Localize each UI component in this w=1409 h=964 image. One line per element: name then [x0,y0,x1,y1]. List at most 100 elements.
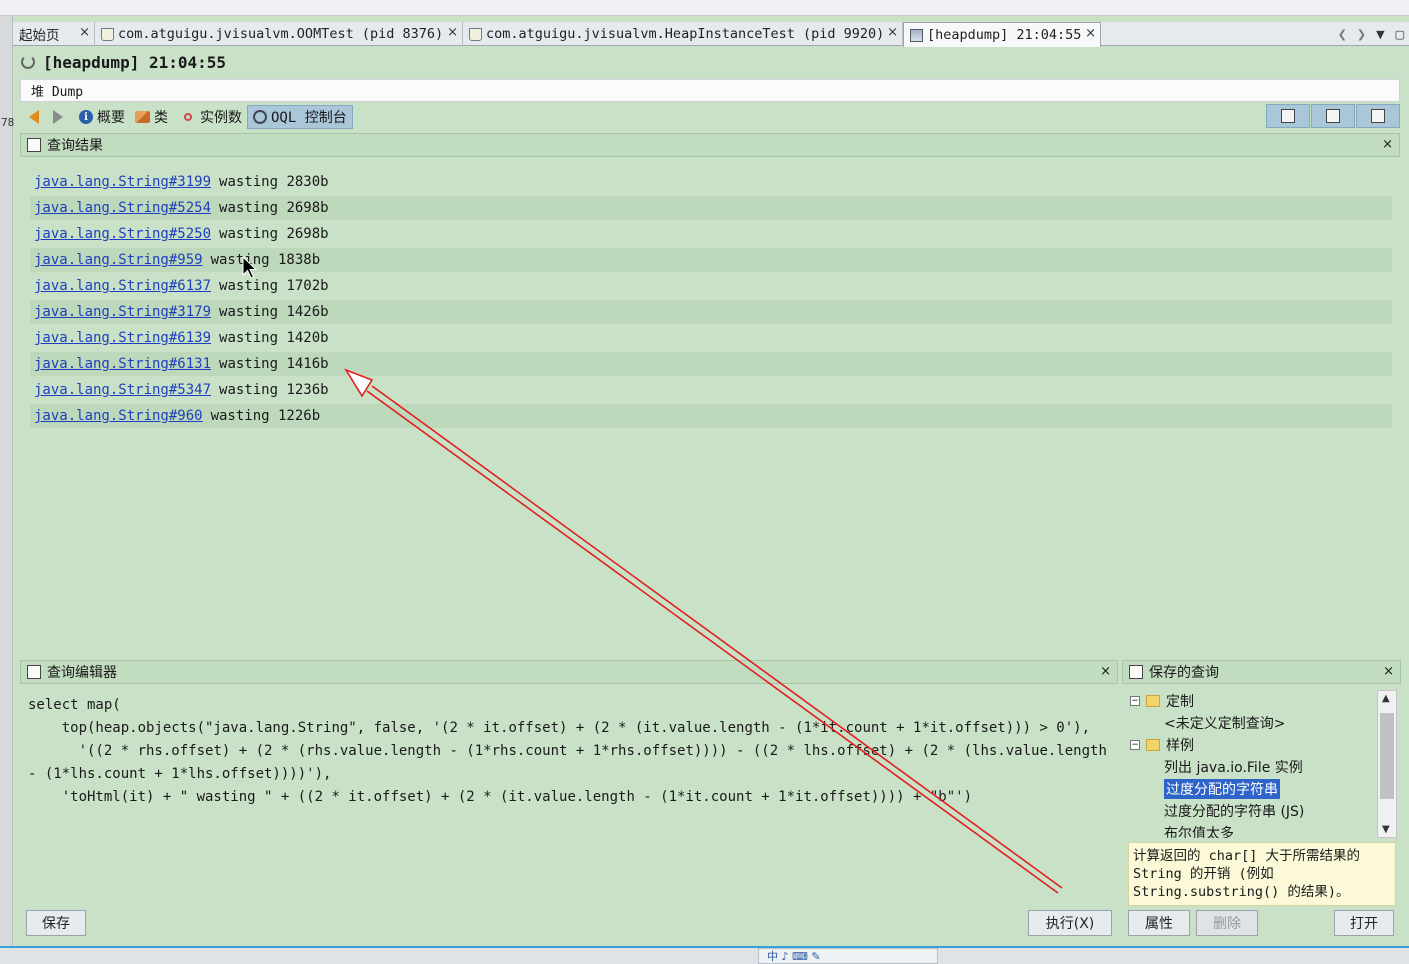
tree-label: 定制 [1166,694,1194,710]
tree-scrollbar[interactable]: ▲ ▼ [1377,690,1397,838]
editor-icon [27,665,41,679]
oql-console-button[interactable]: OQL 控制台 [247,105,353,129]
results-panel-icon [1281,109,1295,123]
restore-window-icon[interactable]: ▢ [1395,28,1405,41]
tab-oomtest[interactable]: com.atguigu.jvisualvm.OOMTest (pid 8376)… [95,22,463,46]
ime-toolbar[interactable]: 中 ♪ ⌨ ✎ [758,948,938,964]
oql-search-icon [253,110,267,124]
save-button[interactable]: 保存 [26,910,86,936]
summary-view-button[interactable]: i 概要 [74,105,130,129]
close-icon[interactable]: × [447,25,458,40]
result-text: wasting 1236b [219,382,329,398]
result-link[interactable]: java.lang.String#5347 [34,382,211,398]
open-button[interactable]: 打开 [1334,910,1394,936]
tree-folder-samples[interactable]: − 样例 [1130,734,1194,756]
result-link[interactable]: java.lang.String#6137 [34,278,211,294]
scrollbar-thumb[interactable] [1380,713,1394,799]
results-view-toggle[interactable] [1266,104,1310,128]
result-text: wasting 1416b [219,356,329,372]
close-icon[interactable]: × [79,25,90,40]
result-row: java.lang.String#3199 wasting 2830b [30,170,1392,194]
saved-queries-tree: − 定制 <未定义定制查询> − 样例 列出 java.io.File 实例 过度分… [1126,690,1376,838]
back-arrow-icon [29,110,39,124]
tab-label: com.atguigu.jvisualvm.HeapInstanceTest (… [486,26,885,42]
results-title: 查询结果 [47,138,103,154]
results-panel-header: 查询结果 × [20,133,1400,157]
tree-item-selected[interactable]: 过度分配的字符串 [1164,778,1280,800]
execute-button[interactable]: 执行(X) [1028,910,1112,936]
tree-item[interactable]: 过度分配的字符串 (JS) [1164,800,1304,822]
result-link[interactable]: java.lang.String#3199 [34,174,211,190]
result-text: wasting 1226b [210,408,321,424]
tab-label: 起始页 [19,28,60,44]
result-row: java.lang.String#5254 wasting 2698b [30,196,1392,220]
delete-button[interactable]: 删除 [1196,910,1258,936]
saved-title: 保存的查询 [1149,665,1219,681]
left-edge-panel: 78 [0,16,15,946]
chevron-left-icon[interactable]: ❮ [1338,28,1347,41]
result-link[interactable]: java.lang.String#6139 [34,330,211,346]
window-top-strip [0,0,1409,16]
close-icon[interactable]: × [1382,137,1393,152]
page-title: [heapdump] 21:04:55 [43,52,227,72]
result-link[interactable]: java.lang.String#960 [34,408,203,424]
tree-label: 列出 java.io.File 实例 [1164,760,1303,776]
result-link[interactable]: java.lang.String#5250 [34,226,211,242]
forward-arrow-icon [53,110,63,124]
editor-panel-header: 查询编辑器 × [20,660,1118,684]
tree-label: <未定义定制查询> [1164,716,1286,732]
close-icon[interactable]: × [1085,26,1096,41]
classes-icon [135,111,150,123]
tab-heapinstancetest[interactable]: com.atguigu.jvisualvm.HeapInstanceTest (… [463,22,903,46]
heapdump-icon [910,28,923,42]
oql-query-textarea[interactable]: select map( top(heap.objects("java.lang.… [20,686,1118,906]
scroll-up-icon[interactable]: ▲ [1382,693,1390,704]
result-link[interactable]: java.lang.String#3179 [34,304,211,320]
close-icon[interactable]: × [1100,664,1111,679]
close-icon[interactable]: × [1383,664,1394,679]
tab-bar: 起始页 × com.atguigu.jvisualvm.OOMTest (pid… [13,22,1409,47]
folder-icon [1146,739,1160,751]
result-link[interactable]: java.lang.String#5254 [34,200,211,216]
close-icon[interactable]: × [887,25,898,40]
chevron-down-icon[interactable]: ▼ [1376,28,1384,41]
result-text: wasting 2698b [219,200,329,216]
result-link[interactable]: java.lang.String#959 [34,252,203,268]
result-row: java.lang.String#6137 wasting 1702b [30,274,1392,298]
forward-button[interactable] [48,105,74,129]
tab-navigation: ❮ ❯ ▼ ▢ [1338,22,1405,46]
back-button[interactable] [24,105,48,129]
folder-icon [1146,695,1160,707]
tree-item[interactable]: 布尔值太多 [1164,822,1234,838]
tree-item[interactable]: 列出 java.io.File 实例 [1164,756,1303,778]
editor-panel-icon [1326,109,1340,123]
view-toolbar: i 概要 类 实例数 OQL 控制台 [20,104,1400,130]
instances-icon [184,113,192,121]
left-edge-text: 78 [1,116,15,129]
tab-heapdump[interactable]: [heapdump] 21:04:55 × [903,22,1101,47]
result-text: wasting 2698b [219,226,329,242]
saved-queries-toggle[interactable] [1356,104,1400,128]
results-icon [27,138,41,152]
tab-start-page[interactable]: 起始页 × [13,22,95,46]
classes-view-button[interactable]: 类 [130,105,173,129]
result-text: wasting 1420b [219,330,329,346]
collapse-icon[interactable]: − [1130,740,1140,750]
oql-label: OQL 控制台 [271,110,347,126]
saved-queries-panel: 保存的查询 × − 定制 <未定义定制查询> − 样例 列出 java.io.Fil… [1122,660,1401,942]
tree-item[interactable]: <未定义定制查询> [1164,712,1285,734]
tree-label: 过度分配的字符串 (JS) [1164,804,1305,820]
editor-view-toggle[interactable] [1311,104,1355,128]
tree-label: 过度分配的字符串 [1164,779,1280,799]
toolbar-right-actions [1265,104,1400,130]
properties-button[interactable]: 属性 [1128,910,1190,936]
tree-folder-custom[interactable]: − 定制 [1130,690,1194,712]
collapse-icon[interactable]: − [1130,696,1140,706]
scroll-down-icon[interactable]: ▼ [1382,824,1390,835]
chevron-right-icon[interactable]: ❯ [1357,28,1366,41]
result-text: wasting 1426b [219,304,329,320]
result-row: java.lang.String#6131 wasting 1416b [30,352,1392,376]
instances-view-button[interactable]: 实例数 [173,105,247,129]
result-link[interactable]: java.lang.String#6131 [34,356,211,372]
result-row: java.lang.String#5250 wasting 2698b [30,222,1392,246]
